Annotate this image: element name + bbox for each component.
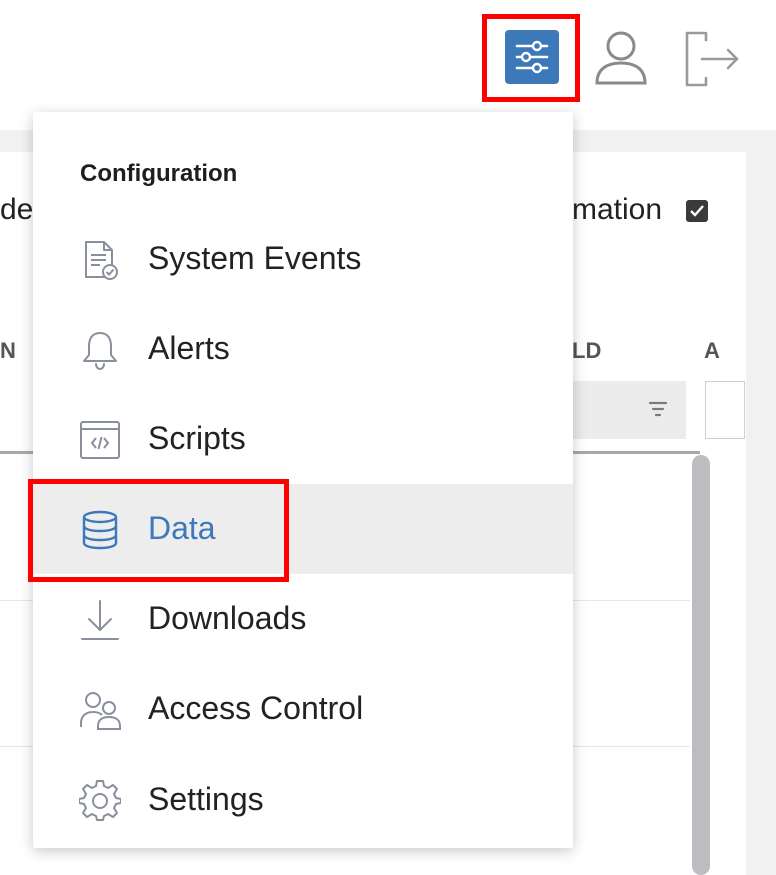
menu-section-title: Configuration xyxy=(80,160,238,187)
menu-item-scripts[interactable]: Scripts xyxy=(33,394,573,484)
logout-icon[interactable] xyxy=(682,30,742,88)
menu-item-settings[interactable]: Settings xyxy=(33,755,573,845)
app-page: de mation N LD A Configuration System Ev… xyxy=(0,0,776,875)
checkbox[interactable] xyxy=(686,200,708,222)
column-filter-input[interactable] xyxy=(705,381,745,439)
top-bar xyxy=(0,0,776,130)
column-header-far: A xyxy=(704,338,720,363)
menu-item-label: Access Control xyxy=(148,690,364,726)
menu-item-label: System Events xyxy=(148,240,362,276)
menu-item-label: Downloads xyxy=(148,600,307,636)
menu-item-label: Alerts xyxy=(148,330,230,366)
column-header-left: N xyxy=(0,338,16,363)
menu-item-alerts[interactable]: Alerts xyxy=(33,304,573,394)
gear-icon xyxy=(79,780,121,821)
users-icon xyxy=(80,692,121,730)
checkmark-icon xyxy=(690,205,704,217)
document-check-icon xyxy=(85,241,118,280)
download-icon xyxy=(81,600,119,640)
partial-label-left: de xyxy=(0,193,34,226)
highlight-box-data xyxy=(28,479,289,582)
menu-item-label: Settings xyxy=(148,781,264,817)
partial-label-right: mation xyxy=(572,193,663,226)
filter-icon[interactable] xyxy=(648,399,668,419)
bell-icon xyxy=(83,332,117,370)
menu-item-label: Scripts xyxy=(148,420,246,456)
vertical-scrollbar[interactable] xyxy=(692,455,710,875)
user-icon[interactable] xyxy=(592,29,650,87)
menu-item-downloads[interactable]: Downloads xyxy=(33,574,573,664)
column-filter[interactable] xyxy=(572,381,686,439)
column-header-right: LD xyxy=(572,338,602,363)
menu-item-system-events[interactable]: System Events xyxy=(33,214,573,304)
code-window-icon xyxy=(80,421,120,459)
menu-item-access-control[interactable]: Access Control xyxy=(33,664,573,754)
highlight-box-config xyxy=(482,14,580,102)
